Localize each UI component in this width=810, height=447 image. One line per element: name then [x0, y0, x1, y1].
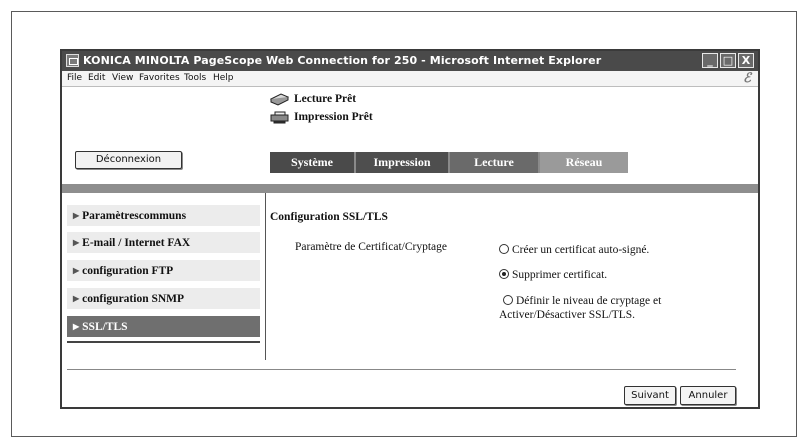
sidebar-item-label: E-mail / Internet FAX: [82, 237, 191, 249]
scan-status: Lecture Prêt: [269, 93, 357, 106]
window-title: KONICA MINOLTA PageScope Web Connection …: [83, 54, 602, 67]
arrow-right-icon: ▶: [73, 322, 80, 331]
menu-tools[interactable]: Tools: [184, 73, 206, 83]
radio-button[interactable]: [499, 244, 509, 254]
menu-bar: File Edit View Favorites Tools Help ℰ: [62, 71, 758, 87]
vertical-divider: [265, 193, 266, 360]
menu-edit[interactable]: Edit: [88, 73, 105, 83]
main-tabs: Système Impression Lecture Réseau: [270, 152, 628, 173]
section-title: Configuration SSL/TLS: [270, 211, 388, 223]
cancel-button[interactable]: Annuler: [680, 386, 736, 405]
menu-help[interactable]: Help: [213, 73, 234, 83]
scanner-icon: [269, 93, 290, 106]
tab-print[interactable]: Impression: [356, 152, 448, 173]
scan-status-text: Lecture Prêt: [294, 93, 357, 106]
logout-button[interactable]: Déconnexion: [75, 151, 182, 169]
radio-button-selected[interactable]: [499, 269, 509, 279]
next-button[interactable]: Suivant: [624, 386, 676, 405]
sidebar-item-snmp[interactable]: ▶ configuration SNMP: [67, 288, 260, 309]
sidebar-item-label: Paramètrescommuns: [82, 210, 187, 222]
tab-system[interactable]: Système: [270, 152, 354, 173]
menu-view[interactable]: View: [112, 73, 133, 83]
print-status-text: Impression Prêt: [294, 111, 373, 124]
radio-button[interactable]: [503, 295, 513, 305]
sidebar-underline: [67, 341, 260, 343]
arrow-right-icon: ▶: [73, 211, 80, 220]
arrow-right-icon: ▶: [73, 266, 80, 275]
tab-network[interactable]: Réseau: [540, 152, 628, 173]
close-button[interactable]: X: [738, 53, 754, 68]
menu-file[interactable]: File: [67, 73, 82, 83]
arrow-right-icon: ▶: [73, 238, 80, 247]
maximize-button[interactable]: □: [720, 53, 736, 68]
windows-logo-icon: ℰ: [743, 71, 751, 86]
sidebar-item-label: SSL/TLS: [82, 321, 128, 333]
sidebar-item-common-settings[interactable]: ▶ Paramètrescommuns: [67, 205, 260, 226]
browser-window: KONICA MINOLTA PageScope Web Connection …: [60, 49, 760, 409]
header-divider-band: [62, 184, 758, 193]
option-delete-certificate[interactable]: Supprimer certificat.: [499, 268, 607, 282]
arrow-right-icon: ▶: [73, 294, 80, 303]
tab-scan[interactable]: Lecture: [450, 152, 538, 173]
option-encryption-level[interactable]: Définir le niveau de cryptage et Activer…: [499, 294, 739, 322]
print-status: Impression Prêt: [270, 111, 373, 124]
parameter-label: Paramètre de Certificat/Cryptage: [295, 241, 447, 253]
footer-divider: [67, 369, 736, 370]
page-content: Lecture Prêt Impression Prêt Déconnexion…: [62, 88, 758, 407]
option-label: Définir le niveau de cryptage et: [516, 295, 662, 307]
title-bar[interactable]: KONICA MINOLTA PageScope Web Connection …: [62, 51, 758, 71]
option-label-continued: Activer/Désactiver SSL/TLS.: [499, 309, 636, 321]
sidebar-item-email-fax[interactable]: ▶ E-mail / Internet FAX: [67, 232, 260, 253]
option-create-self-signed[interactable]: Créer un certificat auto-signé.: [499, 243, 649, 257]
option-label: Créer un certificat auto-signé.: [512, 244, 650, 256]
sidebar-item-label: configuration FTP: [82, 265, 174, 277]
option-label: Supprimer certificat.: [512, 269, 608, 281]
sidebar-item-label: configuration SNMP: [82, 293, 185, 305]
menu-favorites[interactable]: Favorites: [139, 73, 180, 83]
printer-icon: [270, 111, 289, 124]
minimize-button[interactable]: _: [702, 53, 718, 68]
sidebar-item-ftp[interactable]: ▶ configuration FTP: [67, 260, 260, 281]
sidebar-item-ssl-tls[interactable]: ▶ SSL/TLS: [67, 316, 260, 337]
ie-window-icon: [66, 54, 79, 67]
